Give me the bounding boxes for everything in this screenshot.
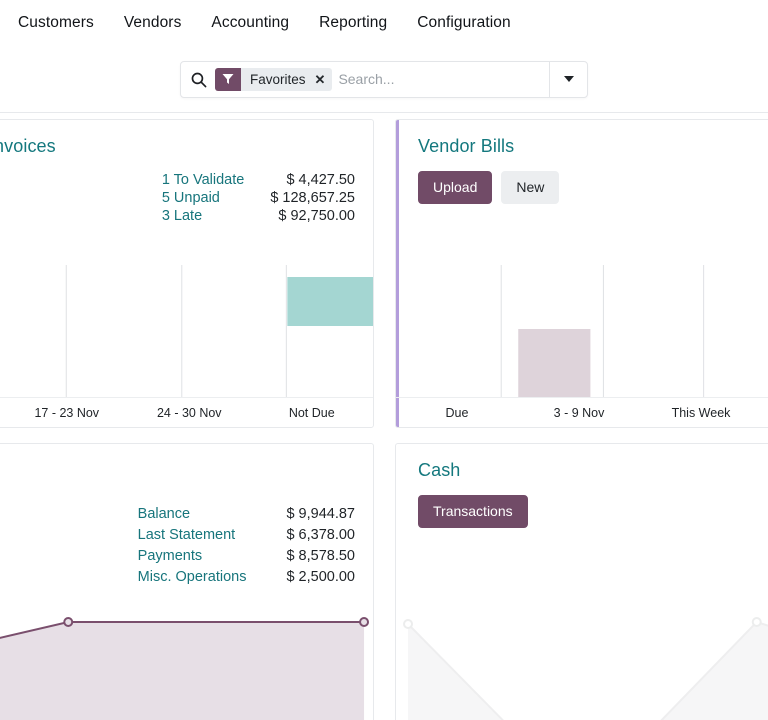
card-bank-title: Bank	[0, 460, 355, 481]
axis-tick-1: 3 - 9 Nov	[518, 406, 640, 420]
card-vendor-bills-title: Vendor Bills	[418, 136, 768, 157]
card-bank[interactable]: Bank Reconcile Balance $ 9,944.87 Last S…	[0, 443, 374, 720]
search-dropdown-toggle[interactable]	[549, 62, 587, 97]
figure-label-payments[interactable]: Payments	[138, 548, 247, 564]
control-panel: Favorites ✕	[0, 46, 768, 113]
search-facet-body: Favorites ✕	[241, 68, 332, 91]
figure-value-unpaid: $ 128,657.25	[270, 190, 355, 206]
cash-actions: Transactions	[418, 495, 768, 528]
vendor-bills-actions: Upload New	[418, 171, 768, 204]
figure-value-late: $ 92,750.00	[270, 208, 355, 224]
card-cash[interactable]: Cash Transactions	[395, 443, 768, 720]
dashboard-board: Customer Invoices 1 To Validate $ 4,427.…	[0, 113, 768, 720]
figure-label-balance[interactable]: Balance	[138, 506, 247, 522]
nav-item-reporting[interactable]: Reporting	[319, 14, 387, 32]
figure-value-balance: $ 9,944.87	[286, 506, 355, 522]
axis-tick-2: 24 - 30 Nov	[128, 406, 251, 420]
card-customer-invoices-body: Customer Invoices 1 To Validate $ 4,427.…	[0, 120, 373, 427]
vendor-bills-axis: Due 3 - 9 Nov This Week 17 - 23 N	[396, 397, 768, 427]
axis-tick-3: Not Due	[251, 406, 374, 420]
customer-invoices-figures: 1 To Validate $ 4,427.50 5 Unpaid $ 128,…	[162, 172, 355, 224]
customer-invoices-axis: This Week 17 - 23 Nov 24 - 30 Nov Not Du…	[0, 397, 373, 427]
card-vendor-bills-body: Vendor Bills Upload New Due 3 - 9 Nov Th…	[396, 120, 768, 427]
search-facet-label: Favorites	[250, 72, 306, 87]
nav-item-vendors[interactable]: Vendors	[124, 14, 182, 32]
card-cash-body: Cash Transactions	[396, 444, 768, 720]
card-vendor-bills[interactable]: Vendor Bills Upload New Due 3 - 9 Nov Th…	[395, 119, 768, 428]
card-customer-invoices[interactable]: Customer Invoices 1 To Validate $ 4,427.…	[0, 119, 374, 428]
nav-item-customers[interactable]: Customers	[18, 14, 94, 32]
upload-button[interactable]: Upload	[418, 171, 492, 204]
search-icon	[181, 71, 215, 88]
cash-line-chart[interactable]	[396, 582, 768, 720]
search-input[interactable]	[338, 71, 549, 87]
chevron-down-icon	[564, 76, 574, 82]
figure-label-last-statement[interactable]: Last Statement	[138, 527, 247, 543]
close-icon[interactable]: ✕	[315, 73, 326, 86]
main-navbar: Customers Vendors Accounting Reporting C…	[0, 0, 768, 46]
figure-label-unpaid[interactable]: 5 Unpaid	[162, 190, 245, 206]
bank-figures: Balance $ 9,944.87 Last Statement $ 6,37…	[138, 506, 355, 585]
figure-label-to-validate[interactable]: 1 To Validate	[162, 172, 245, 188]
axis-tick-3: 17 - 23 N	[762, 406, 768, 420]
card-bank-body: Bank Reconcile Balance $ 9,944.87 Last S…	[0, 444, 373, 720]
bank-area-chart[interactable]	[0, 582, 373, 720]
new-button[interactable]: New	[501, 171, 559, 204]
search-facet-favorites[interactable]: Favorites ✕	[215, 68, 332, 91]
card-customer-invoices-title: Customer Invoices	[0, 136, 355, 157]
axis-tick-0: Due	[396, 406, 518, 420]
figure-label-late[interactable]: 3 Late	[162, 208, 245, 224]
figure-value-to-validate: $ 4,427.50	[270, 172, 355, 188]
filter-icon	[215, 68, 241, 91]
search-bar[interactable]: Favorites ✕	[180, 61, 588, 98]
figure-value-payments: $ 8,578.50	[286, 548, 355, 564]
nav-item-configuration[interactable]: Configuration	[417, 14, 511, 32]
figure-value-last-statement: $ 6,378.00	[286, 527, 355, 543]
axis-tick-2: This Week	[640, 406, 762, 420]
nav-item-accounting[interactable]: Accounting	[211, 14, 289, 32]
axis-tick-1: 17 - 23 Nov	[6, 406, 129, 420]
card-cash-title: Cash	[418, 460, 768, 481]
transactions-button[interactable]: Transactions	[418, 495, 528, 528]
